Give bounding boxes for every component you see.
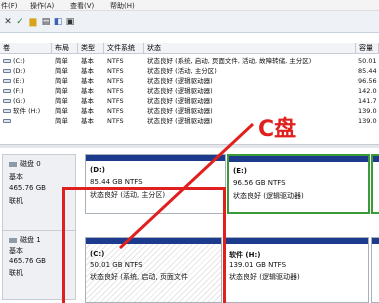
arrow-line [118,122,255,250]
annotation-arrow [118,122,255,250]
annotation-label: C盘 [258,117,297,142]
